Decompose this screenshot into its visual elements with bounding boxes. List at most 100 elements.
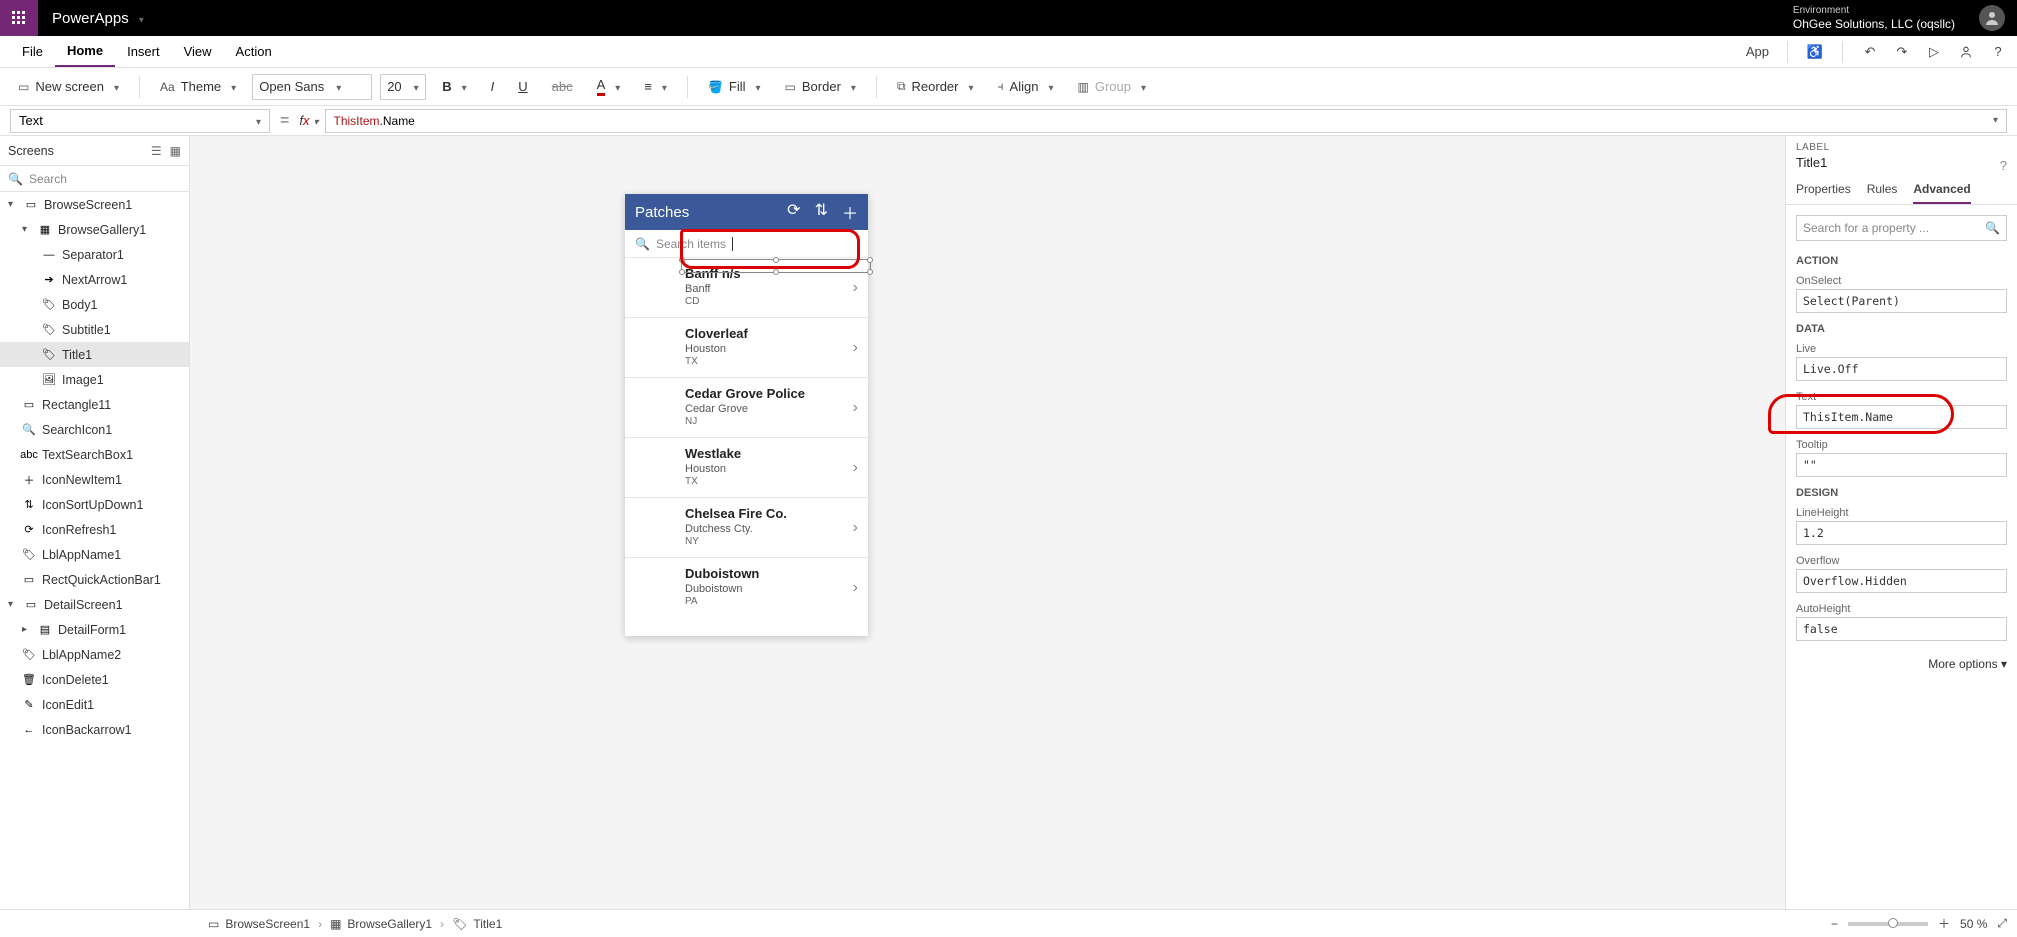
font-select[interactable]: Open Sans — [252, 74, 372, 100]
live-input[interactable]: Live.Off — [1796, 357, 2007, 381]
chevron-right-icon[interactable]: › — [853, 399, 858, 417]
tree-nextarrow[interactable]: ➔NextArrow1 — [0, 267, 189, 292]
tree-detailscreen[interactable]: ▾▭DetailScreen1 — [0, 592, 189, 617]
phone-preview: Patches ⟳ ⇅ ＋ 🔍 Search items Banff n/s B… — [625, 194, 868, 636]
tree-search[interactable]: 🔍 Search — [0, 166, 189, 192]
autoheight-input[interactable]: false — [1796, 617, 2007, 641]
bold-button[interactable]: B — [434, 74, 474, 100]
underline-button[interactable]: U — [510, 74, 535, 100]
autoheight-label: AutoHeight — [1786, 599, 2017, 617]
app-launcher-icon[interactable] — [0, 0, 38, 36]
onselect-input[interactable]: Select(Parent) — [1796, 289, 2007, 313]
tree-searchicon[interactable]: 🔍SearchIcon1 — [0, 417, 189, 442]
chevron-right-icon[interactable]: › — [853, 459, 858, 477]
equals-icon: = — [280, 112, 289, 130]
chevron-right-icon[interactable]: › — [853, 519, 858, 537]
fontcolor-button[interactable]: A — [589, 74, 629, 100]
breadcrumb[interactable]: ▦BrowseGallery1 — [322, 917, 440, 931]
tooltip-input[interactable]: "" — [1796, 453, 2007, 477]
tree-body[interactable]: 🏷Body1 — [0, 292, 189, 317]
tree-detailform[interactable]: ▸▤DetailForm1 — [0, 617, 189, 642]
zoom-in-icon[interactable]: ＋ — [1938, 915, 1950, 932]
tree-browsescreen[interactable]: ▾▭BrowseScreen1 — [0, 192, 189, 217]
theme-button[interactable]: AaTheme — [152, 74, 244, 100]
share-icon[interactable] — [1957, 43, 1975, 61]
selected-control-name: Title1 — [1786, 155, 2017, 176]
textalign-button[interactable]: ≡ — [636, 74, 675, 100]
chevron-right-icon[interactable]: › — [853, 339, 858, 357]
formula-input[interactable]: ThisItem.Name ▾ — [325, 109, 2008, 133]
menu-app[interactable]: App — [1746, 44, 1769, 59]
expand-formula-icon[interactable]: ▾ — [1993, 115, 1998, 126]
add-icon[interactable]: ＋ — [842, 200, 858, 224]
tree-rectquick[interactable]: ▭RectQuickActionBar1 — [0, 567, 189, 592]
tree-title[interactable]: 🏷Title1 — [0, 342, 189, 367]
tree-iconsort[interactable]: ⇅IconSortUpDown1 — [0, 492, 189, 517]
tree-separator[interactable]: —Separator1 — [0, 242, 189, 267]
menu-action[interactable]: Action — [224, 36, 284, 67]
text-input[interactable]: ThisItem.Name — [1796, 405, 2007, 429]
app-title: Patches — [635, 204, 689, 221]
italic-button[interactable]: I — [483, 74, 503, 100]
overflow-input[interactable]: Overflow.Hidden — [1796, 569, 2007, 593]
more-options[interactable]: More options — [1796, 657, 2007, 671]
tree-iconnew[interactable]: ＋IconNewItem1 — [0, 467, 189, 492]
tree-textsearch[interactable]: abcTextSearchBox1 — [0, 442, 189, 467]
lineheight-input[interactable]: 1.2 — [1796, 521, 2007, 545]
fit-icon[interactable]: ⤢ — [1997, 916, 2007, 931]
tree-subtitle[interactable]: 🏷Subtitle1 — [0, 317, 189, 342]
border-button[interactable]: ▭Border — [777, 74, 864, 100]
tree-iconedit[interactable]: ✎IconEdit1 — [0, 692, 189, 717]
tree-list-icon[interactable]: ☰ — [151, 144, 162, 158]
zoom-slider[interactable] — [1848, 922, 1928, 926]
menu-file[interactable]: File — [10, 36, 55, 67]
live-label: Live — [1786, 339, 2017, 357]
sort-icon[interactable]: ⇅ — [815, 200, 828, 224]
reorder-button[interactable]: ⧉Reorder — [889, 74, 982, 100]
property-dropdown[interactable]: Text — [10, 109, 270, 133]
tab-rules[interactable]: Rules — [1867, 176, 1898, 204]
play-icon[interactable]: ▷ — [1925, 43, 1943, 61]
tab-properties[interactable]: Properties — [1796, 176, 1851, 204]
menu-view[interactable]: View — [172, 36, 224, 67]
tree-image[interactable]: 🖼Image1 — [0, 367, 189, 392]
breadcrumb[interactable]: ▭BrowseScreen1 — [200, 917, 318, 931]
gallery[interactable]: Banff n/s Banff CD › Cloverleaf Houston … — [625, 258, 868, 618]
tree-lblapp2[interactable]: 🏷LblAppName2 — [0, 642, 189, 667]
redo-icon[interactable]: ↷ — [1893, 43, 1911, 61]
tree-iconback[interactable]: ←IconBackarrow1 — [0, 717, 189, 742]
environment[interactable]: Environment OhGee Solutions, LLC (oqsllc… — [1793, 5, 1967, 31]
list-item: Duboistown Duboistown PA › — [625, 558, 868, 618]
avatar[interactable] — [1979, 5, 2005, 31]
tree-iconrefresh[interactable]: ⟳IconRefresh1 — [0, 517, 189, 542]
new-screen-button[interactable]: ▭New screen — [10, 74, 127, 100]
align-button[interactable]: ⫞Align — [990, 74, 1062, 100]
chevron-right-icon[interactable]: › — [853, 579, 858, 597]
refresh-icon[interactable]: ⟳ — [787, 200, 800, 224]
search-box[interactable]: 🔍 Search items — [625, 230, 868, 258]
zoom-out-icon[interactable]: − — [1831, 917, 1838, 931]
fx-icon: fx — [299, 113, 318, 128]
tree-icondelete[interactable]: 🗑IconDelete1 — [0, 667, 189, 692]
fill-button[interactable]: 🪣Fill — [700, 74, 769, 100]
canvas[interactable]: Patches ⟳ ⇅ ＋ 🔍 Search items Banff n/s B… — [190, 136, 1785, 909]
chevron-right-icon[interactable]: › — [853, 279, 858, 297]
undo-icon[interactable]: ↶ — [1861, 43, 1879, 61]
panel-help-icon[interactable]: ? — [2000, 158, 2007, 173]
breadcrumb[interactable]: 🏷Title1 — [444, 917, 510, 931]
tree-browsegallery[interactable]: ▾▦BrowseGallery1 — [0, 217, 189, 242]
panel-type-label: LABEL — [1786, 136, 2017, 155]
list-item: Chelsea Fire Co. Dutchess Cty. NY › — [625, 498, 868, 558]
tree-thumb-icon[interactable]: ▦ — [170, 144, 181, 158]
tree-lblapp[interactable]: 🏷LblAppName1 — [0, 542, 189, 567]
fontsize-select[interactable]: 20 — [380, 74, 426, 100]
tree-rectangle[interactable]: ▭Rectangle11 — [0, 392, 189, 417]
app-name[interactable]: PowerApps — [38, 10, 158, 27]
strike-button[interactable]: abc — [544, 74, 581, 100]
tab-advanced[interactable]: Advanced — [1913, 176, 1970, 204]
menu-home[interactable]: Home — [55, 36, 115, 67]
help-icon[interactable]: ? — [1989, 43, 2007, 61]
checker-icon[interactable]: ♿ — [1806, 43, 1824, 61]
menu-insert[interactable]: Insert — [115, 36, 172, 67]
property-search[interactable]: Search for a property ...🔍 — [1796, 215, 2007, 241]
